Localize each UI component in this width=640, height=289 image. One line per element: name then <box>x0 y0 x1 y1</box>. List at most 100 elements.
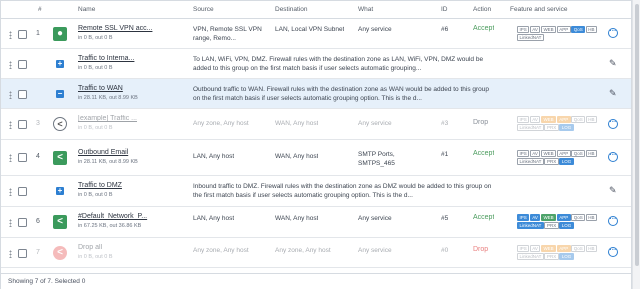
traffic-stats: in 0 B, out 0 B <box>78 192 113 198</box>
rule-id: #3 <box>441 120 449 127</box>
rule-service: Any service <box>358 215 392 222</box>
rule-number: 6 <box>36 218 40 225</box>
user-rule-icon: ● <box>53 27 67 41</box>
expand-plus-icon[interactable]: + <box>56 60 64 68</box>
col-what-header[interactable]: What <box>358 6 373 13</box>
row-checkbox[interactable] <box>18 249 27 258</box>
rule-name-link[interactable]: Remote SSL VPN acc... <box>78 25 152 32</box>
badge-hb: HB <box>585 116 597 123</box>
more-options-icon[interactable]: ··· <box>608 247 618 257</box>
rule-id: #6 <box>441 26 449 33</box>
table-row[interactable]: 3 < [example] Traffic ... in 0 B, out 0 … <box>1 109 631 140</box>
rule-destination: WAN, Any host <box>275 153 319 160</box>
user-rule-icon: < <box>53 215 67 229</box>
firewall-rules-table: # Name Source Destination What ID Action… <box>0 0 632 289</box>
pencil-icon[interactable]: ✎ <box>609 88 617 99</box>
user-rule-icon: < <box>53 151 67 165</box>
table-row[interactable]: 4 < Outbound Email in 28.11 KB, out 8.99… <box>1 140 631 176</box>
feature-badges: IPS AV WEB APP QoS HB LinkedNAT <box>517 26 599 42</box>
rule-group-row[interactable]: + Traffic to Interna... in 0 B, out 0 B … <box>1 49 631 79</box>
badge-linkednat: LinkedNAT <box>517 124 544 131</box>
collapse-minus-icon[interactable]: − <box>56 90 64 98</box>
row-checkbox[interactable] <box>18 30 27 39</box>
table-header: # Name Source Destination What ID Action… <box>1 1 631 19</box>
rule-service: SMTP Ports, SMTPS_465 <box>358 151 395 167</box>
badge-log: LOG <box>559 222 574 229</box>
badge-hb: HB <box>585 150 597 157</box>
col-name-header[interactable]: Name <box>78 6 95 13</box>
badge-qos: QoS <box>571 26 586 33</box>
badge-log: LOG <box>559 124 574 131</box>
more-options-icon[interactable]: ··· <box>608 28 618 38</box>
rule-id: #1 <box>441 151 449 158</box>
expand-plus-icon[interactable]: + <box>56 187 64 195</box>
group-name-link[interactable]: Traffic to WAN <box>78 85 123 92</box>
badge-hb: HB <box>585 26 597 33</box>
col-id-header[interactable]: ID <box>441 6 448 13</box>
badge-web: WEB <box>540 150 557 157</box>
badge-av: AV <box>529 26 541 33</box>
badge-ips: IPS <box>517 150 530 157</box>
drag-handle-icon[interactable] <box>9 31 12 39</box>
traffic-stats: in 0 B, out 0 B <box>78 125 113 131</box>
selection-status: Showing 7 of 7. Selected 0 <box>8 278 86 285</box>
rule-name-link[interactable]: #Default_Network_P... <box>78 213 147 220</box>
rule-source: LAN, Any host <box>193 153 235 160</box>
rule-group-row[interactable]: + Traffic to DMZ in 0 B, out 0 B Inbound… <box>1 176 631 207</box>
more-options-icon[interactable]: ··· <box>608 152 618 162</box>
badge-hb: HB <box>585 214 597 221</box>
drag-handle-icon[interactable] <box>9 219 12 227</box>
badge-web: WEB <box>540 116 557 123</box>
badge-web: WEB <box>540 214 557 221</box>
scrollbar-thumb[interactable] <box>635 4 639 266</box>
badge-ips: IPS <box>517 26 530 33</box>
pencil-icon[interactable]: ✎ <box>609 58 617 69</box>
drag-handle-icon[interactable] <box>9 91 12 99</box>
rule-action: Accept <box>473 150 495 157</box>
table-row[interactable]: 6 < #Default_Network_P... in 67.25 KB, o… <box>1 207 631 238</box>
pencil-icon[interactable]: ✎ <box>609 185 617 196</box>
group-name-link[interactable]: Traffic to DMZ <box>78 182 122 189</box>
drag-handle-icon[interactable] <box>9 250 12 258</box>
drag-handle-icon[interactable] <box>9 61 12 69</box>
table-row[interactable]: 1 ● Remote SSL VPN acc... in 0 B, out 0 … <box>1 19 631 49</box>
rule-source: LAN, Any host <box>193 215 235 222</box>
rule-source: VPN, Remote SSL VPN range, Remo... <box>193 26 262 42</box>
badge-qos: QoS <box>571 150 586 157</box>
drag-handle-icon[interactable] <box>9 188 12 196</box>
row-checkbox[interactable] <box>18 187 27 196</box>
drag-handle-icon[interactable] <box>9 154 12 162</box>
rule-name-link[interactable]: Outbound Email <box>78 149 128 156</box>
traffic-stats: in 0 B, out 0 B <box>78 35 113 41</box>
more-options-icon[interactable]: ··· <box>608 216 618 226</box>
vertical-scrollbar[interactable] <box>632 0 640 289</box>
row-checkbox[interactable] <box>18 120 27 129</box>
group-description: To LAN, WiFi, VPN, DMZ. Firewall rules w… <box>193 56 484 72</box>
traffic-stats: in 0 B, out 0 B <box>78 254 113 260</box>
group-name-link[interactable]: Traffic to Interna... <box>78 55 134 62</box>
more-options-icon[interactable]: ··· <box>608 119 618 129</box>
badge-app: APP <box>556 214 571 221</box>
traffic-stats: in 28.11 KB, out 8.99 KB <box>78 95 138 101</box>
col-source-header[interactable]: Source <box>193 6 214 13</box>
drop-rule-icon: < <box>53 246 67 260</box>
rule-destination: WAN, Any host <box>275 120 319 127</box>
col-action-header[interactable]: Action <box>473 6 491 13</box>
row-checkbox[interactable] <box>18 60 27 69</box>
rule-source: Any zone, Any host <box>193 120 249 127</box>
drag-handle-icon[interactable] <box>9 121 12 129</box>
network-rule-icon: < <box>53 117 67 131</box>
table-row[interactable]: 7 < Drop all in 0 B, out 0 B Any zone, A… <box>1 238 631 268</box>
rule-name-link[interactable]: [example] Traffic ... <box>78 115 137 122</box>
row-checkbox[interactable] <box>18 90 27 99</box>
col-destination-header[interactable]: Destination <box>275 6 308 13</box>
col-num-header[interactable]: # <box>38 6 42 13</box>
badge-ips: IPS <box>517 214 530 221</box>
rule-name-link[interactable]: Drop all <box>78 244 102 251</box>
row-checkbox[interactable] <box>18 218 27 227</box>
rule-action: Accept <box>473 25 495 32</box>
badge-qos: QoS <box>571 245 586 252</box>
rule-group-row[interactable]: − Traffic to WAN in 28.11 KB, out 8.99 K… <box>1 79 631 109</box>
row-checkbox[interactable] <box>18 153 27 162</box>
col-features-header[interactable]: Feature and service <box>510 6 567 13</box>
